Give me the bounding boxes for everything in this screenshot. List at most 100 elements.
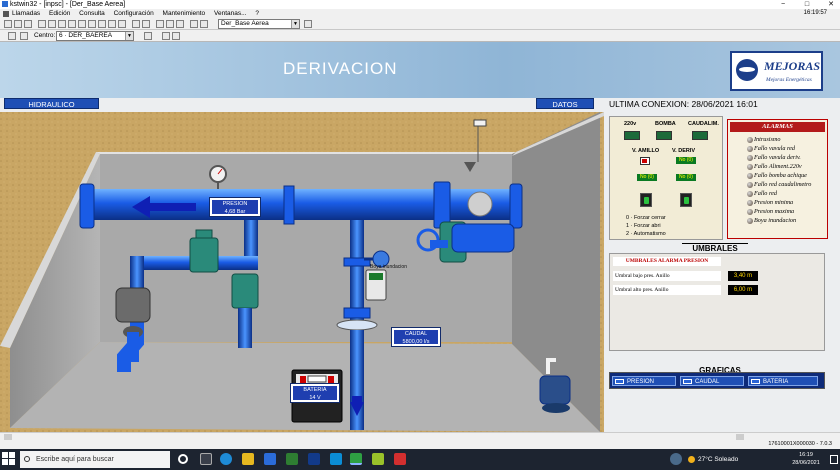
camera-icon[interactable] — [8, 32, 16, 40]
scada-screen: DERIVACION MEJORAS Mejoras Energéticas H… — [0, 42, 840, 432]
close-button[interactable]: ✕ — [824, 0, 838, 9]
app-k-icon[interactable] — [308, 453, 320, 465]
alarm-item: Presion maxima — [747, 208, 794, 216]
info-icon[interactable] — [190, 20, 198, 28]
centro-label: Centro: — [34, 32, 56, 39]
app-green-icon[interactable] — [286, 453, 298, 465]
bateria-box: BATERIA 14 V — [290, 383, 340, 403]
explorer-icon[interactable] — [242, 453, 254, 465]
alarm-led-icon — [747, 137, 753, 143]
graf-presion-button[interactable]: PRESION — [612, 376, 676, 386]
notifications-icon[interactable] — [830, 455, 838, 464]
alarm-icon[interactable] — [118, 20, 126, 28]
print-icon[interactable] — [88, 20, 96, 28]
umbral-alto-value[interactable]: 6,00 m — [728, 285, 758, 295]
presion-box: PRESION 4,68 Bar — [209, 197, 261, 217]
menu-mantenimiento[interactable]: Mantenimiento — [163, 10, 206, 17]
app-seven-icon[interactable] — [372, 453, 384, 465]
stop-icon[interactable] — [24, 20, 32, 28]
folder-icon[interactable] — [68, 20, 76, 28]
phone-icon[interactable] — [4, 20, 12, 28]
alarm-led-icon — [747, 164, 753, 170]
alarm-item: Fallo bomba achique — [747, 172, 807, 180]
minimize-button[interactable]: − — [776, 0, 790, 9]
store-icon[interactable] — [264, 453, 276, 465]
app-blue-icon[interactable] — [330, 453, 342, 465]
horizontal-scrollbar[interactable] — [0, 432, 840, 440]
screen-header: DERIVACION MEJORAS Mejoras Energéticas — [0, 42, 840, 98]
taskbar-clock[interactable]: 16:19 28/06/2021 — [786, 451, 826, 467]
refresh-icon[interactable] — [58, 20, 66, 28]
alarm-led-icon — [747, 218, 753, 224]
alarm-item: Fallo vavula deriv. — [747, 154, 801, 162]
deriv-flange — [336, 319, 378, 331]
app-red-icon[interactable] — [394, 453, 406, 465]
config-icon[interactable] — [78, 20, 86, 28]
graf-caudal-button[interactable]: CAUDAL — [680, 376, 744, 386]
logo-name: MEJORAS — [764, 59, 821, 73]
windows-start-icon[interactable] — [2, 452, 16, 466]
edge-icon[interactable] — [220, 453, 232, 465]
menu-help[interactable]: ? — [255, 10, 259, 17]
alarm-led-icon — [747, 155, 753, 161]
tab-datos[interactable]: DATOS — [536, 98, 594, 109]
tools-icon[interactable] — [132, 20, 140, 28]
copy-icon[interactable] — [162, 32, 170, 40]
scada-app-icon[interactable] — [350, 453, 362, 465]
menu-configuracion[interactable]: Configuración — [114, 10, 154, 17]
network-icon[interactable] — [156, 20, 164, 28]
menu-llamadas[interactable]: Llamadas — [12, 10, 40, 17]
user-icon[interactable] — [142, 20, 150, 28]
query-icon[interactable] — [38, 20, 46, 28]
record-icon[interactable] — [20, 32, 28, 40]
open-icon[interactable] — [14, 20, 22, 28]
center-toolbar: Centro: 6 · DER_BAEREA ▼ — [0, 30, 840, 42]
weather[interactable]: 27°C Soleado — [688, 449, 738, 470]
chart-icon — [615, 379, 624, 384]
chart-icon — [751, 379, 760, 384]
screen-select[interactable]: Der_Base Aerea ▼ — [218, 19, 300, 29]
pipe-flange-left — [79, 183, 95, 229]
boya-label: Boya inundacion — [370, 264, 407, 270]
valve-anillo — [189, 237, 219, 273]
graficas-bar: PRESION CAUDAL BATERIA — [609, 372, 825, 389]
graf-bateria-button[interactable]: BATERIA — [748, 376, 818, 386]
menu-consulta[interactable]: Consulta — [79, 10, 105, 17]
clock-readout: 16:19:57 — [803, 10, 827, 16]
window-icon[interactable] — [176, 20, 184, 28]
switch-bomba[interactable] — [656, 131, 672, 140]
cortana-icon[interactable] — [178, 454, 188, 464]
pen-icon[interactable] — [144, 32, 152, 40]
switch-caudalim[interactable] — [692, 131, 708, 140]
chart-icon[interactable] — [108, 20, 116, 28]
mode-switch-anillo[interactable] — [640, 193, 652, 207]
menu-edicion[interactable]: Edición — [49, 10, 70, 17]
mode-switch-deriv[interactable] — [680, 193, 692, 207]
umbral-bajo-label: Umbral bajo pres. Anillo — [613, 271, 721, 281]
centro-select[interactable]: 6 · DER_BAEREA ▼ — [56, 31, 134, 41]
save-icon[interactable] — [98, 20, 106, 28]
menu-ventanas[interactable]: Ventanas... — [214, 10, 247, 17]
monitor-icon[interactable] — [166, 20, 174, 28]
maximize-button[interactable]: □ — [800, 0, 814, 9]
status-bar: 17610001X000030 - 7.0.3 — [0, 440, 840, 449]
pipe-flange-right — [509, 183, 523, 229]
switch-220v[interactable] — [624, 131, 640, 140]
alarm-led-icon — [747, 191, 753, 197]
account-icon[interactable] — [670, 453, 682, 465]
pump-motor — [451, 223, 515, 253]
umbral-bajo-value[interactable]: 3,40 m — [728, 271, 758, 281]
screen-select-value: Der_Base Aerea — [221, 20, 269, 27]
help-icon[interactable] — [200, 20, 208, 28]
clock-time: 16:19 — [799, 452, 813, 458]
pipe-joint-2 — [433, 181, 451, 229]
tab-hidraulico[interactable]: HIDRAULICO — [4, 98, 99, 109]
history-icon[interactable] — [48, 20, 56, 28]
task-view-icon[interactable] — [200, 453, 212, 465]
paste-icon[interactable] — [172, 32, 180, 40]
umbrales-title: UMBRALES — [682, 243, 748, 253]
taskbar-search[interactable]: Escribe aquí para buscar — [20, 451, 170, 468]
deriv-status: No (0) — [676, 174, 696, 181]
clock-date: 28/06/2021 — [792, 460, 820, 466]
refresh-screen-icon[interactable] — [304, 20, 312, 28]
